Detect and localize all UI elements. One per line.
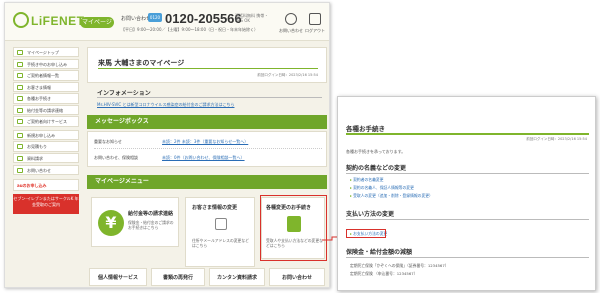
service-icon [17, 119, 23, 125]
info-link[interactable]: Ms.HIV-SVIC とは新型コロナウイルス感染症の給付金のご請求方法はこちら [97, 102, 234, 108]
sidebar-item-contracts[interactable]: ご契約者情報一覧 [13, 70, 79, 81]
edit-icon [17, 96, 23, 102]
sidebar: マイページトップ 手続き中のお申し込み ご契約者情報一覧 お客さま情報 各種お手… [13, 47, 79, 214]
sidebar-item-pending[interactable]: 手続き中のお申し込み [13, 58, 79, 69]
divider [98, 68, 318, 69]
logout-label[interactable]: ログアウト [305, 28, 325, 34]
free-dial-icon: 0120 [148, 13, 162, 22]
help-label[interactable]: お問い合わせ [279, 28, 303, 34]
au-banner-label: auのお申し込み [17, 182, 47, 188]
profile-change-title: お客さま情報の変更 [192, 205, 238, 211]
section-payment: 支払い方法の変更 [346, 211, 395, 218]
policy-line: 定期死亡保険「かぞくへの保険」（証券番号：1234567） [350, 263, 449, 268]
yen-icon [17, 107, 23, 113]
last-login: 前回ログイン日時：2023/2/16 15:54 [257, 73, 318, 77]
divider [346, 219, 589, 220]
profile-change-card[interactable]: お客さま情報の変更 住所やメールアドレスの変更などはこちら [185, 197, 255, 267]
greeting-title: 来馬 大輔さまのマイページ [98, 59, 185, 67]
mypage-badge: マイページ [80, 17, 114, 28]
sidebar-item-new[interactable]: 新規お申し込み [13, 129, 79, 141]
divider [346, 257, 589, 258]
logo-text: LiFENET [31, 14, 85, 28]
phone-number[interactable]: 0120-205566 [165, 11, 242, 26]
procedures-title: 各種お手続き [346, 125, 385, 133]
message-link[interactable]: 未読：2件 未読：3件（重要なお知らせ一覧へ） [162, 134, 248, 149]
last-login: 前回ログイン日時：2023/2/16 15:54 [526, 137, 587, 141]
policy-line: 定期死亡保険 （申込番号：1234567） [350, 271, 418, 276]
info-title: インフォメーション [97, 90, 151, 97]
profile-change-desc: 住所やメールアドレスの変更などはこちら [192, 238, 249, 248]
link-beneficiary[interactable]: 受取人の変更（追加・削除・登録情報の変更） [350, 193, 433, 199]
home-icon [17, 50, 23, 55]
phone-note: 通話料無料 携帯・PHS OK [235, 13, 269, 23]
main-content: 来馬 大輔さまのマイページ 前回ログイン日時：2023/2/16 15:54 イ… [87, 47, 327, 287]
claim-card-title: 給付金等の請求連絡 [128, 211, 174, 217]
search-icon [17, 73, 23, 79]
mypage-screenshot: LiFENET マイページ お問い合わせ 0120 0120-205566 通話… [4, 2, 330, 288]
book-icon [17, 156, 23, 162]
mail-icon [17, 167, 23, 173]
promo-banner[interactable]: セブン-イレブンまたはサークルK 年金受取のご案内 [13, 193, 79, 214]
menu-header: マイページメニュー [87, 175, 327, 189]
divider [346, 133, 589, 135]
sidebar-item-claims[interactable]: 給付金等の請求連絡 [13, 104, 79, 116]
message-row: 重要なお知らせ 未読：2件 未読：3件（重要なお知らせ一覧へ） [94, 134, 322, 149]
sidebar-item-profile[interactable]: お客さま情報 [13, 81, 79, 93]
bottom-card-service[interactable]: 個人情報サービス [89, 268, 147, 286]
message-link[interactable]: 未読：0件（お問い合わせ、保険相談一覧へ） [162, 150, 245, 165]
sidebar-item-contact[interactable]: お問い合わせ [13, 164, 79, 175]
pen-icon [17, 132, 23, 138]
greeting-box: 来馬 大輔さまのマイページ 前回ログイン日時：2023/2/16 15:54 [87, 47, 327, 83]
message-box: 重要なお知らせ 未読：2件 未読：3件（重要なお知らせ一覧へ） お問い合わせ、保… [87, 131, 327, 167]
highlight-frame [260, 195, 327, 261]
sidebar-item-quote[interactable]: お見積もり [13, 141, 79, 152]
logo-mark-icon [13, 12, 29, 28]
bottom-card-brochure[interactable]: カンタン資料請求 [209, 268, 265, 286]
user-icon [17, 84, 23, 90]
profile-card-icon [215, 218, 227, 230]
sidebar-item-services[interactable]: ご契約者向けサービス [13, 116, 79, 127]
message-label: お問い合わせ、保険相談 [94, 155, 138, 160]
procedures-intro: 各種お手続きを承っております。 [346, 149, 406, 154]
logout-icon[interactable] [309, 13, 321, 25]
sidebar-item-brochure[interactable]: 資料請求 [13, 153, 79, 164]
business-hours: 【平日】9:00〜20:00／【土曜】9:00〜18:00（日・祝日・年末年始除… [121, 27, 259, 32]
divider [346, 173, 589, 174]
help-icon[interactable] [285, 13, 297, 25]
sidebar-item-procedures[interactable]: 各種お手続き [13, 93, 79, 104]
lifenet-logo[interactable]: LiFENET [13, 12, 84, 30]
au-banner[interactable]: auのお申し込み [13, 178, 79, 191]
bottom-card-reissue[interactable]: 書類の再発行 [151, 268, 205, 286]
divider [97, 97, 322, 98]
link-owner-change[interactable]: 契約者の名義変更 [350, 177, 383, 183]
header-bar: LiFENET マイページ お問い合わせ 0120 0120-205566 通話… [5, 3, 329, 41]
procedures-screenshot: 各種お手続き 前回ログイン日時：2023/2/16 15:54 各種お手続きを承… [337, 96, 596, 291]
link-holder-info[interactable]: 契約の名義人、保証人情報等の変更 [350, 185, 414, 191]
section-reduction: 保険金・給付金額の減額 [346, 249, 413, 256]
bottom-card-contact[interactable]: お問い合わせ [269, 268, 325, 286]
claim-card-desc: 保険金・給付金のご請求のお手続きはこちら [128, 220, 174, 230]
message-label: 重要なお知らせ [94, 139, 122, 144]
sidebar-item-top[interactable]: マイページトップ [13, 47, 79, 58]
message-box-header: メッセージボックス [87, 115, 327, 129]
document-icon [17, 61, 23, 67]
claim-card[interactable]: ¥ 給付金等の請求連絡 保険金・給付金のご請求のお手続きはこちら [91, 197, 179, 247]
section-name-change: 契約の名義などの変更 [346, 165, 407, 172]
yen-icon: ¥ [98, 210, 124, 236]
message-row: お問い合わせ、保険相談 未読：0件（お問い合わせ、保険相談一覧へ） [94, 150, 322, 165]
highlight-frame [346, 229, 386, 238]
contact-label: お問い合わせ [121, 16, 152, 22]
calculator-icon [17, 144, 23, 150]
